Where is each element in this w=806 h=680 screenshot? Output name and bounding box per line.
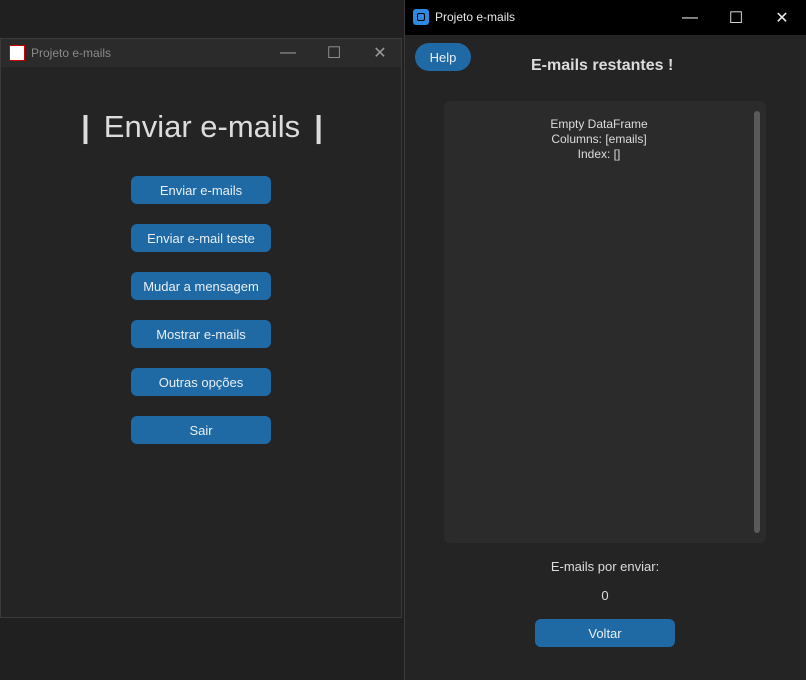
send-emails-button[interactable]: Enviar e-mails: [131, 176, 271, 204]
help-button[interactable]: Help: [415, 43, 471, 71]
exit-button[interactable]: Sair: [131, 416, 271, 444]
app-icon: [9, 45, 25, 61]
title-bar[interactable]: Projeto e-mails — ☐ ✕: [1, 39, 401, 67]
dataframe-line: Empty DataFrame: [550, 117, 648, 131]
close-icon[interactable]: ✕: [357, 39, 403, 67]
back-button[interactable]: Voltar: [535, 619, 675, 647]
window-title: Projeto e-mails: [435, 10, 516, 24]
scrollbar[interactable]: [754, 111, 760, 533]
other-options-button[interactable]: Outras opções: [131, 368, 271, 396]
minimize-icon[interactable]: —: [265, 39, 311, 67]
remaining-label: E-mails por enviar:: [550, 559, 660, 574]
main-window: Projeto e-mails — ☐ ✕ | Enviar e-mails | E…: [0, 38, 402, 618]
emails-window: Projeto e-mails — ☐ ✕ Help E-mails resta…: [404, 0, 806, 680]
show-emails-button[interactable]: Mostrar e-mails: [131, 320, 271, 348]
remaining-count: 0: [601, 588, 609, 603]
dataframe-output: Empty DataFrame Columns: [emails] Index:…: [444, 117, 754, 162]
dataframe-line: Index: []: [577, 147, 621, 161]
send-test-email-button[interactable]: Enviar e-mail teste: [131, 224, 271, 252]
maximize-icon[interactable]: ☐: [311, 39, 357, 67]
minimize-icon[interactable]: —: [667, 0, 713, 35]
close-icon[interactable]: ✕: [759, 0, 805, 35]
change-message-button[interactable]: Mudar a mensagem: [131, 272, 271, 300]
page-title: | Enviar e-mails |: [81, 109, 323, 144]
emails-textbox[interactable]: Empty DataFrame Columns: [emails] Index:…: [444, 101, 766, 543]
app-icon: [413, 9, 429, 25]
window-title: Projeto e-mails: [31, 46, 112, 60]
panel-title: E-mails restantes !: [531, 57, 674, 74]
dataframe-line: Columns: [emails]: [551, 132, 647, 146]
maximize-icon[interactable]: ☐: [713, 0, 759, 35]
title-bar[interactable]: Projeto e-mails — ☐ ✕: [405, 0, 806, 35]
